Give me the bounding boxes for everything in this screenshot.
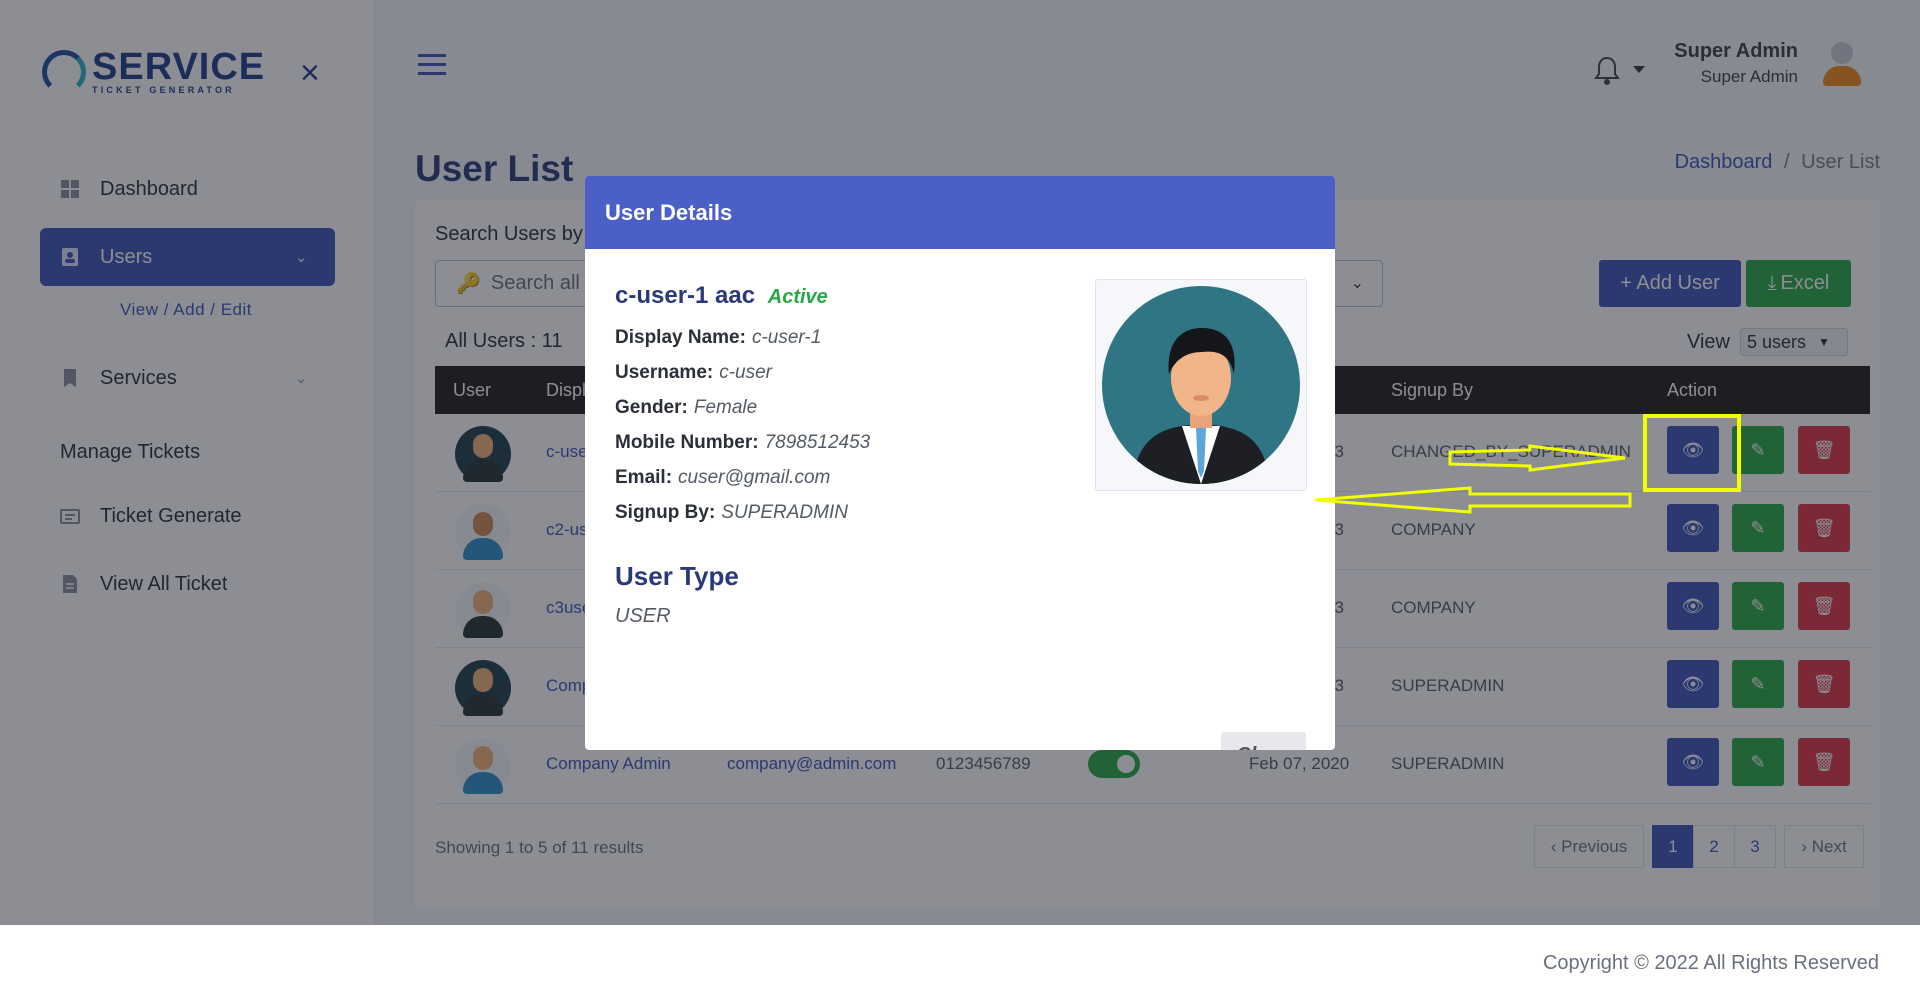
annotation-arrows	[1314, 444, 1632, 514]
annotation-arrow-left	[1314, 486, 1632, 514]
annotation-arrow-right	[1448, 444, 1626, 472]
